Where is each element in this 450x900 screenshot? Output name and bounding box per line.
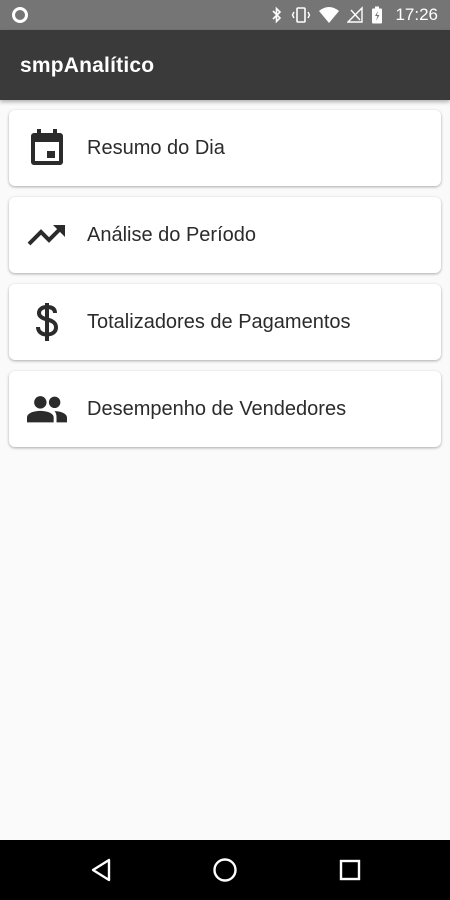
menu-item-analise-do-periodo[interactable]: Análise do Período [9, 197, 441, 273]
vibrate-icon [292, 7, 311, 23]
wifi-icon [319, 7, 340, 23]
home-button[interactable] [210, 855, 240, 885]
back-button[interactable] [86, 855, 116, 885]
status-bar: 17:26 [0, 0, 450, 30]
people-icon [27, 391, 67, 427]
signal-off-icon [347, 6, 364, 23]
status-icons: 17:26 [271, 0, 438, 30]
battery-icon [372, 6, 383, 24]
menu-item-label: Totalizadores de Pagamentos [87, 311, 351, 333]
system-nav-bar [0, 840, 450, 900]
home-icon [213, 858, 237, 882]
menu-list: Resumo do Dia Análise do Período Totaliz… [9, 110, 441, 458]
dollar-icon [27, 303, 67, 341]
app-title: smpAnalítico [20, 54, 155, 77]
menu-item-label: Resumo do Dia [87, 137, 225, 159]
menu-item-label: Desempenho de Vendedores [87, 398, 347, 420]
menu-item-totalizadores-de-pagamentos[interactable]: Totalizadores de Pagamentos [9, 284, 441, 360]
menu-item-resumo-do-dia[interactable]: Resumo do Dia [9, 110, 441, 186]
back-icon [91, 858, 111, 882]
notification-dot-icon [12, 7, 28, 23]
app-bar: smpAnalítico [0, 30, 450, 100]
recents-icon [339, 859, 361, 881]
recents-button[interactable] [335, 855, 365, 885]
menu-item-desempenho-de-vendedores[interactable]: Desempenho de Vendedores [9, 371, 441, 447]
status-time: 17:26 [395, 5, 438, 24]
menu-item-label: Análise do Período [87, 224, 257, 246]
calendar-icon [27, 129, 67, 166]
trending-up-icon [27, 217, 67, 253]
bluetooth-icon [272, 6, 282, 24]
